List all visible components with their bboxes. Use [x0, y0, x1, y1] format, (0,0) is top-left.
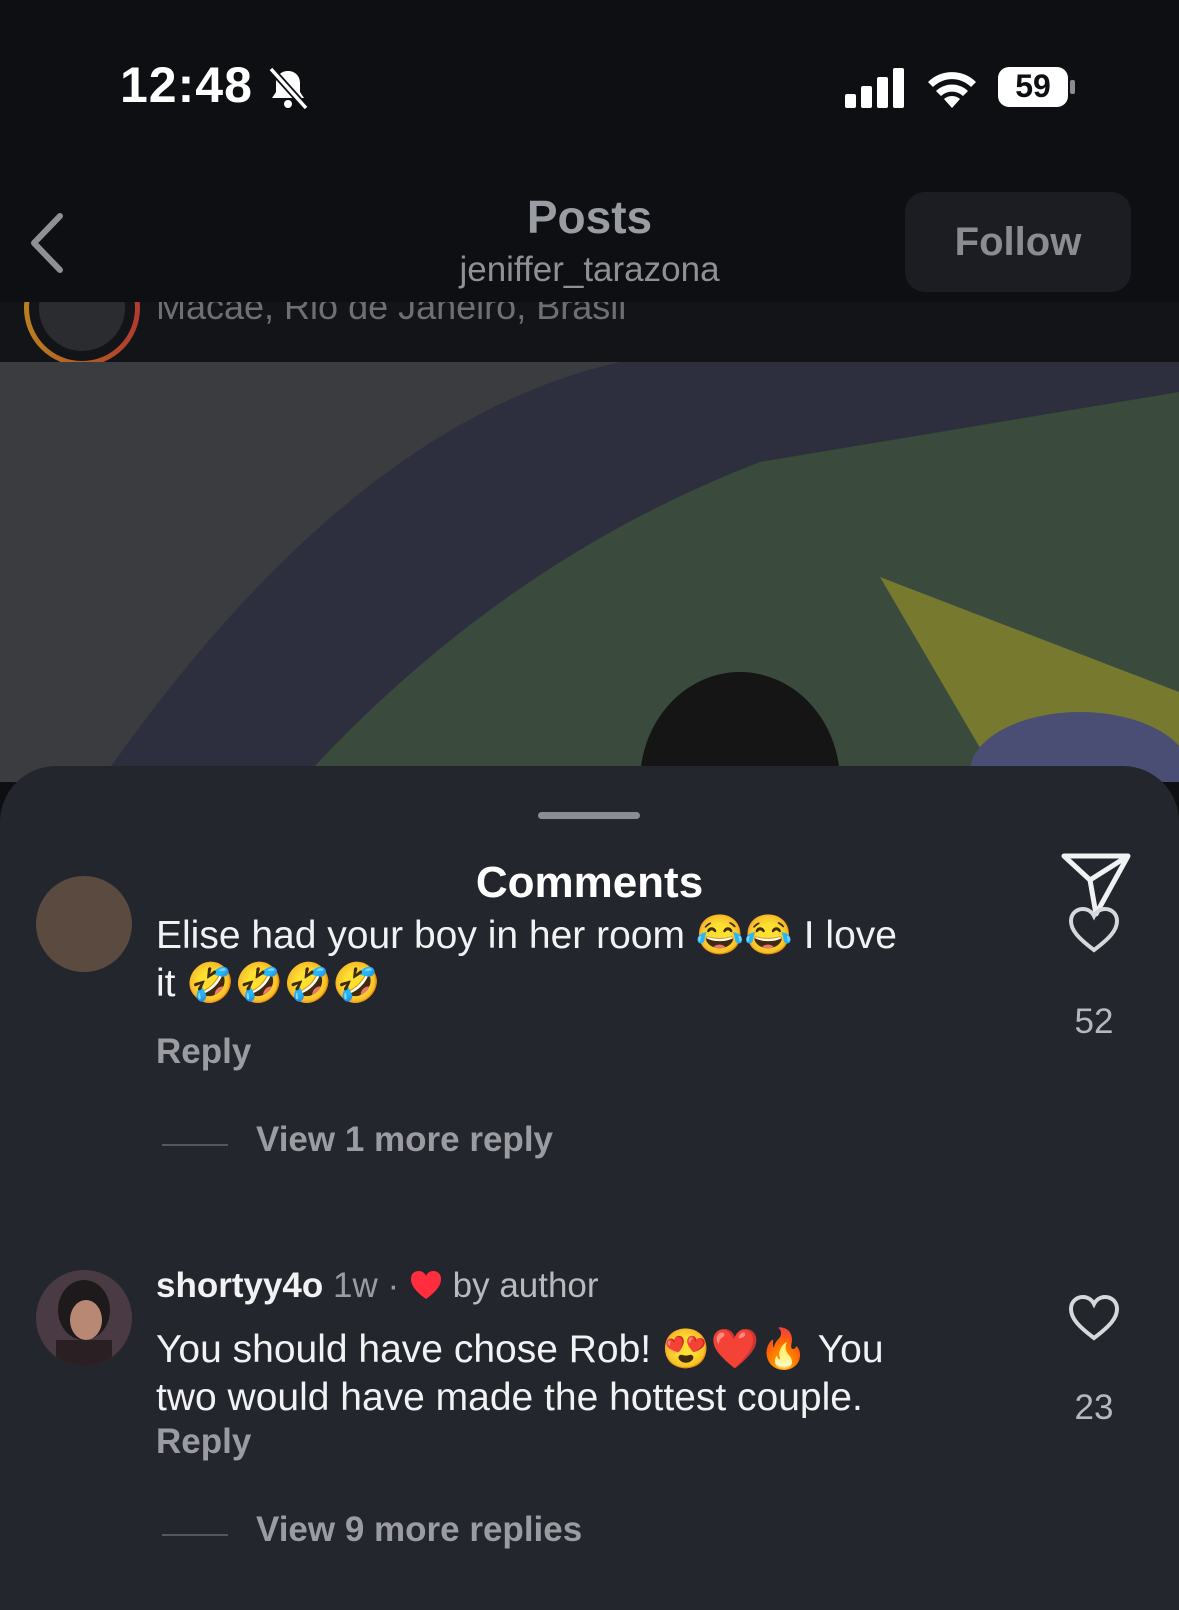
like-count: 52	[1074, 1002, 1114, 1041]
wifi-icon	[928, 72, 976, 108]
divider	[162, 1144, 228, 1146]
post-author-avatar[interactable]	[24, 302, 140, 362]
reply-button[interactable]: Reply	[156, 1422, 251, 1462]
comment-meta: shortyy4o 1w · by author	[156, 1266, 599, 1306]
liked-by-author-badge: by author	[452, 1266, 599, 1305]
status-time: 12:48	[120, 57, 253, 113]
comment-time: 1w	[333, 1266, 378, 1305]
heart-like-icon[interactable]	[1068, 906, 1120, 954]
post-photo	[0, 362, 1179, 782]
meta-separator: ·	[387, 1266, 400, 1305]
comments-sheet: Comments Elise had your boy in her room …	[0, 766, 1179, 1610]
commenter-avatar[interactable]	[36, 876, 132, 972]
comments-title: Comments	[475, 858, 704, 907]
reply-button[interactable]: Reply	[156, 1032, 251, 1072]
post-meta: Macaé, Rio de Janeiro, Brasil	[0, 302, 1179, 362]
signal-icon	[845, 68, 904, 108]
comment-text-line: Elise had your boy in her room 😂😂 I love	[156, 914, 897, 957]
comment-text-line: two would have made the hottest couple.	[156, 1376, 863, 1419]
follow-button[interactable]: Follow	[905, 192, 1131, 292]
divider	[162, 1534, 228, 1536]
status-bar: 12:48 59	[0, 0, 1179, 170]
comment-username[interactable]: shortyy4o	[156, 1266, 323, 1305]
drag-handle[interactable]	[538, 812, 640, 819]
bell-slash-icon	[268, 66, 309, 110]
posts-header: Posts jeniffer_tarazona Follow	[0, 170, 1179, 310]
post-image[interactable]	[0, 362, 1179, 782]
like-count: 23	[1074, 1388, 1114, 1427]
commenter-avatar[interactable]	[36, 1270, 132, 1366]
view-more-replies-label: View 1 more reply	[256, 1120, 554, 1159]
battery-level: 59	[1015, 68, 1051, 104]
avatar-photo	[36, 1270, 132, 1366]
comment-text-line: it 🤣🤣🤣🤣	[156, 962, 381, 1005]
view-more-replies-label: View 9 more replies	[256, 1510, 583, 1549]
post-location[interactable]: Macaé, Rio de Janeiro, Brasil	[156, 302, 626, 328]
comment-text-line: You should have chose Rob! 😍❤️🔥 You	[156, 1328, 884, 1371]
view-more-replies[interactable]: View 1 more reply	[162, 1120, 642, 1168]
author-liked-heart-icon	[410, 1271, 441, 1299]
heart-like-icon[interactable]	[1068, 1294, 1120, 1342]
view-more-replies[interactable]: View 9 more replies	[162, 1510, 682, 1558]
